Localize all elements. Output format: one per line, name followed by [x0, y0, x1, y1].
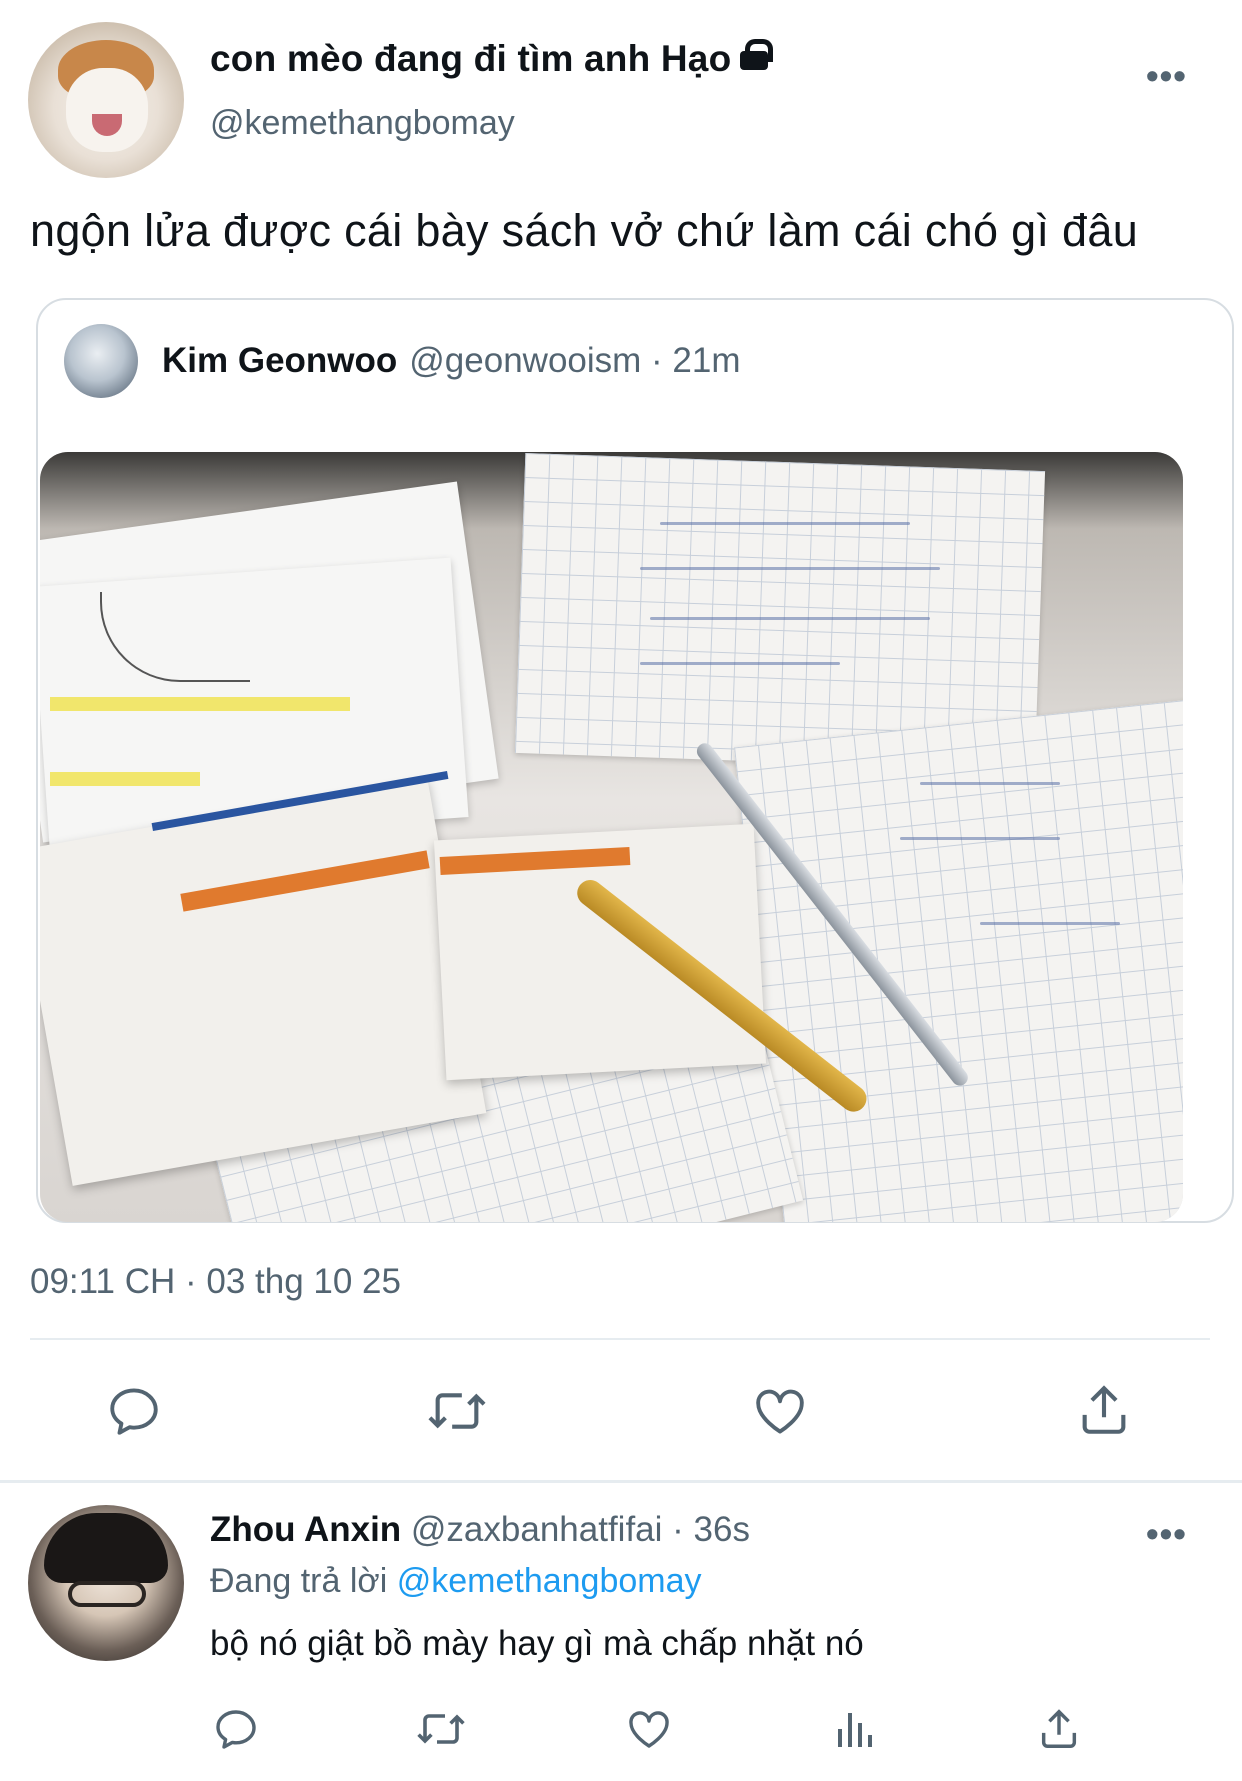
- photo-handwriting: [640, 567, 940, 570]
- tweet-timestamp[interactable]: 09:11 CH · 03 thg 10 25: [30, 1262, 401, 1302]
- replying-to-prefix: Đang trả lời: [210, 1562, 388, 1600]
- author-avatar[interactable]: [28, 22, 184, 178]
- photo-grid-paper: [734, 699, 1183, 1222]
- lock-icon: [739, 39, 774, 70]
- quoted-author-meta: @geonwooism · 21m: [409, 341, 741, 380]
- divider: [30, 1338, 1210, 1340]
- author-handle[interactable]: @kemethangbomay: [210, 104, 515, 143]
- like-icon[interactable]: [750, 1382, 810, 1440]
- photo-highlight: [50, 697, 350, 711]
- quoted-tweet-header: Kim Geonwoo @geonwooism · 21m: [64, 324, 741, 398]
- photo-handwriting: [660, 522, 910, 525]
- avatar-hair: [44, 1513, 168, 1583]
- reply-author-meta: @zaxbanhatfifai · 36s: [410, 1510, 750, 1549]
- author-display-name[interactable]: con mèo đang đi tìm anh Hạo: [210, 38, 774, 80]
- reply-text: bộ nó giật bồ mày hay gì mà chấp nhặt nó: [210, 1624, 864, 1663]
- quoted-tweet-photo[interactable]: [40, 452, 1183, 1222]
- quoted-tweet-card[interactable]: Kim Geonwoo @geonwooism · 21m: [36, 298, 1234, 1223]
- photo-handwriting: [980, 922, 1120, 925]
- retweet-icon[interactable]: [425, 1382, 489, 1440]
- share-icon[interactable]: [1075, 1380, 1133, 1440]
- tweet-text: ngộn lửa được cái bày sách vở chứ làm cá…: [30, 205, 1139, 256]
- quoted-author-avatar[interactable]: [64, 324, 138, 398]
- photo-textbook-left-page: [40, 778, 487, 1186]
- reply-author-line: Zhou Anxin @zaxbanhatfifai · 36s: [210, 1510, 750, 1550]
- avatar-cat-face: [66, 68, 148, 152]
- reply-like-icon[interactable]: [624, 1705, 674, 1753]
- replying-to-mention[interactable]: @kemethangbomay: [397, 1562, 702, 1600]
- reply-author-avatar[interactable]: [28, 1505, 184, 1661]
- photo-handwriting: [920, 782, 1060, 785]
- more-options-icon[interactable]: •••: [1146, 58, 1187, 94]
- photo-highlight: [50, 772, 200, 786]
- avatar-glasses: [68, 1581, 146, 1607]
- reply-more-options-icon[interactable]: •••: [1146, 1516, 1187, 1552]
- reply-author-name[interactable]: Zhou Anxin: [210, 1510, 401, 1549]
- author-name-text: con mèo đang đi tìm anh Hạo: [210, 38, 732, 79]
- reply-reply-icon[interactable]: [212, 1705, 260, 1753]
- reply-share-icon[interactable]: [1036, 1704, 1082, 1754]
- photo-handwriting: [640, 662, 840, 665]
- analytics-icon[interactable]: [834, 1705, 878, 1753]
- reply-icon[interactable]: [105, 1382, 163, 1440]
- replying-to-line: Đang trả lời @kemethangbomay: [210, 1562, 702, 1601]
- quoted-author-name[interactable]: Kim Geonwoo: [162, 341, 397, 381]
- section-divider: [0, 1480, 1242, 1483]
- reply-retweet-icon[interactable]: [414, 1705, 468, 1753]
- photo-handwriting: [650, 617, 930, 620]
- photo-handwriting: [900, 837, 1060, 840]
